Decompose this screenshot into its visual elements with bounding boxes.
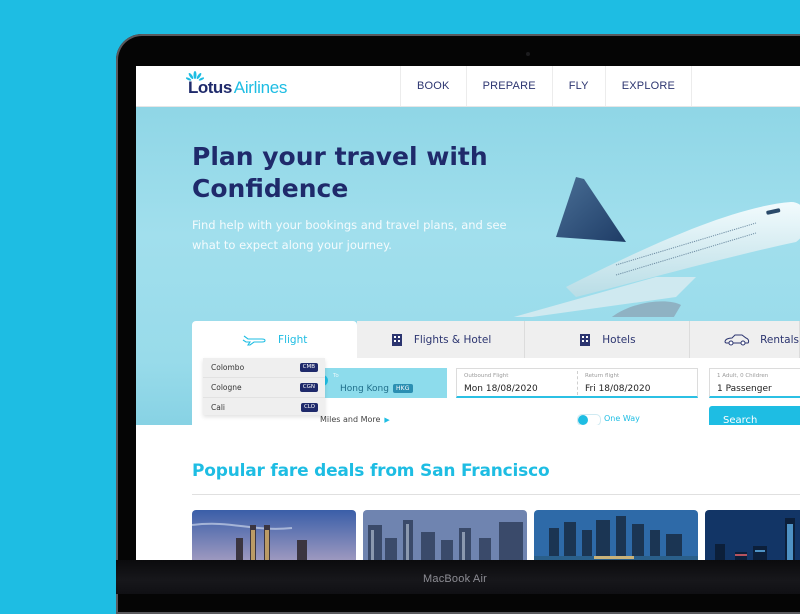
to-label: To <box>333 373 339 379</box>
return-label: Return flight <box>585 373 620 379</box>
miles-and-more-link[interactable]: Miles and More ▶ <box>320 415 390 424</box>
nav-menu: BOOK PREPARE FLY EXPLORE <box>400 66 693 106</box>
tab-rentals[interactable]: Rentals <box>690 321 800 358</box>
search-tabs: Flight Flights & Hotel Hotels Rentals <box>192 321 800 358</box>
hero-subtitle: Find help with your bookings and travel … <box>192 218 507 252</box>
tab-rentals-label: Rentals <box>760 333 799 346</box>
outbound-value: Mon 18/08/2020 <box>464 384 538 394</box>
building-icon <box>391 334 402 346</box>
return-value: Fri 18/08/2020 <box>585 384 651 394</box>
city-image <box>705 510 800 560</box>
suggestion-item[interactable]: Cali CLO <box>203 398 325 417</box>
airport-suggestions-dropdown: Colombo CMB Cologne CGN Cali CLO <box>203 358 325 415</box>
passengers-value: 1 Passenger <box>717 384 772 394</box>
play-arrow-icon: ▶ <box>384 416 390 424</box>
date-divider <box>577 371 578 395</box>
lotus-flower-icon <box>186 71 204 81</box>
search-button[interactable]: Search <box>709 406 800 425</box>
deal-card-singapore[interactable] <box>534 510 698 560</box>
nav-item-book[interactable]: BOOK <box>400 66 466 106</box>
hero-title: Plan your travel with Confidence <box>192 142 488 203</box>
outbound-label: Outbound Flight <box>464 373 509 379</box>
section-divider <box>192 494 800 495</box>
one-way-label: One Way <box>604 414 640 423</box>
plane-icon <box>242 335 266 346</box>
deal-card-city[interactable] <box>363 510 527 560</box>
suggestion-item[interactable]: Colombo CMB <box>203 358 325 378</box>
car-icon <box>724 334 750 345</box>
suggestion-item[interactable]: Cologne CGN <box>203 378 325 398</box>
tab-flights-hotel[interactable]: Flights & Hotel <box>357 321 525 358</box>
brand-logo[interactable]: Lotus Airlines <box>186 71 288 98</box>
dates-field[interactable]: Outbound Flight Mon 18/08/2020 Return fl… <box>456 368 698 398</box>
deals-section-title: Popular fare deals from San Francisco <box>192 461 550 481</box>
tab-flights-hotel-label: Flights & Hotel <box>413 333 492 346</box>
tab-hotels[interactable]: Hotels <box>524 321 691 358</box>
tab-flight[interactable]: Flight <box>192 321 358 358</box>
nav-item-explore[interactable]: EXPLORE <box>604 66 693 106</box>
passengers-field[interactable]: 1 Adult, 0 Children 1 Passenger <box>709 368 800 398</box>
to-field[interactable]: To Hong Kong HKG <box>325 368 447 398</box>
to-value: Hong Kong HKG <box>340 384 413 394</box>
brand-name-part2: Airlines <box>233 78 288 97</box>
browser-screen: Lotus Airlines BOOK PREPARE FLY EXPLORE <box>136 66 800 560</box>
device-label: MacBook Air <box>423 573 487 585</box>
nav-item-prepare[interactable]: PREPARE <box>465 66 552 106</box>
one-way-toggle[interactable] <box>577 414 601 425</box>
deal-card-kuala-lumpur[interactable] <box>192 510 356 560</box>
city-image <box>534 510 698 560</box>
city-image <box>192 510 356 560</box>
top-nav: Lotus Airlines BOOK PREPARE FLY EXPLORE <box>136 66 800 107</box>
camera-dot <box>526 52 530 56</box>
tab-flight-label: Flight <box>278 333 308 346</box>
toggle-knob <box>578 415 588 425</box>
deal-card-hong-kong[interactable] <box>705 510 800 560</box>
city-image <box>363 510 527 560</box>
nav-item-fly[interactable]: FLY <box>551 66 605 106</box>
building-icon <box>580 334 591 346</box>
to-code-badge: HKG <box>392 384 413 393</box>
tab-hotels-label: Hotels <box>602 333 636 346</box>
passengers-label: 1 Adult, 0 Children <box>717 373 769 379</box>
